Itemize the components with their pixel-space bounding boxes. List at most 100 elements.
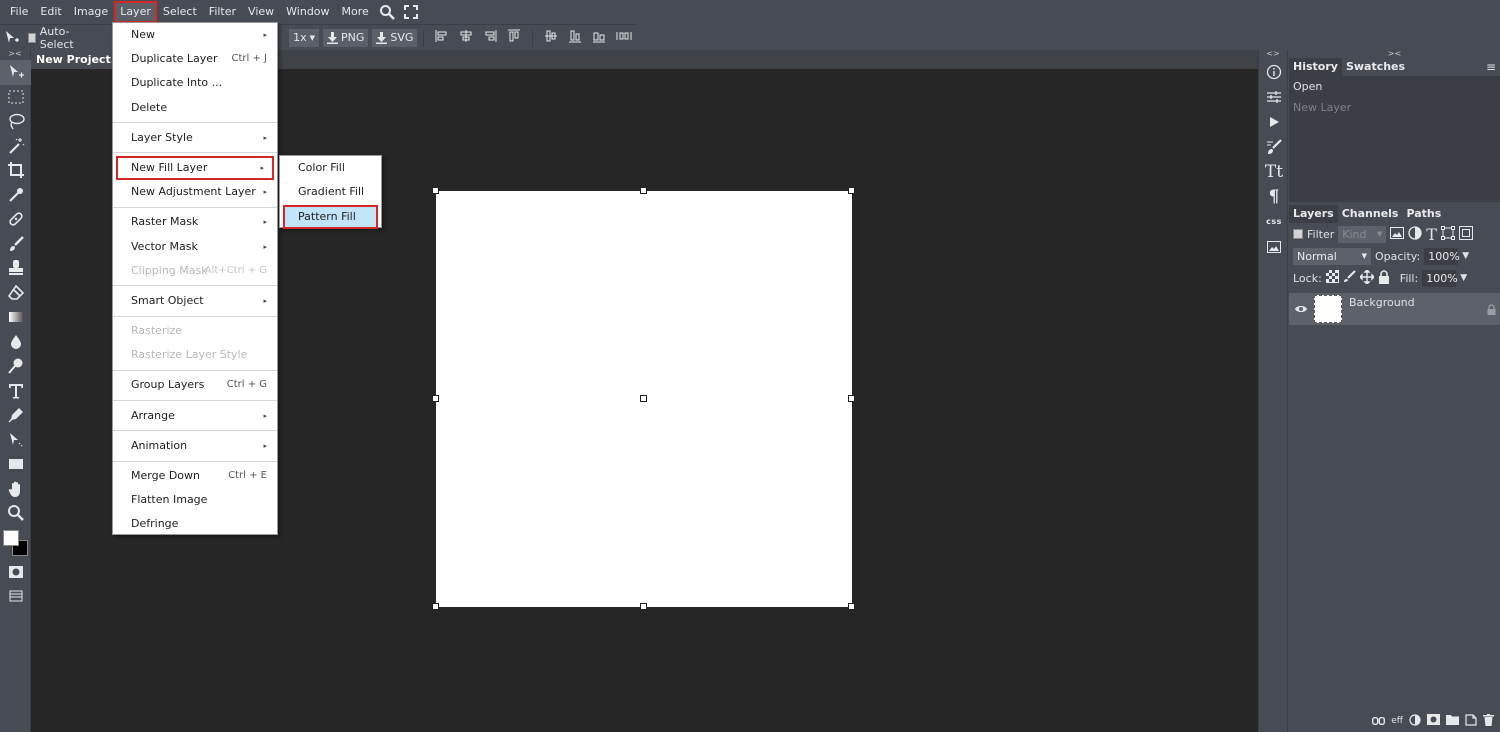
tab-paths[interactable]: Paths (1402, 205, 1445, 223)
align-right-icon[interactable] (483, 29, 497, 46)
magic-wand-tool[interactable] (0, 134, 31, 159)
menu-item-new-fill-layer[interactable]: New Fill Layer ▸ (116, 155, 274, 181)
hand-tool[interactable] (0, 477, 31, 502)
menu-more[interactable]: More (336, 1, 375, 23)
tab-history[interactable]: History (1289, 58, 1342, 76)
info-icon[interactable] (1259, 59, 1289, 84)
opacity-input[interactable]: 100% (1424, 247, 1460, 265)
dodge-tool[interactable] (0, 354, 31, 379)
menu-item-defringe[interactable]: Defringe (113, 512, 277, 536)
type-tool[interactable] (0, 379, 31, 404)
paragraph-icon[interactable]: ¶ (1259, 184, 1289, 209)
menu-item-vector-mask[interactable]: Vector Mask ▸ (113, 235, 277, 259)
history-item[interactable]: Open (1289, 76, 1500, 97)
link-layers-icon[interactable] (1372, 715, 1386, 728)
menu-item-new[interactable]: New ▸ (113, 23, 277, 47)
collapse-toggle-icon[interactable]: >< (1289, 50, 1500, 58)
transform-handle-mr[interactable] (848, 395, 855, 402)
menu-item-duplicate-layer[interactable]: Duplicate Layer Ctrl + J (113, 47, 277, 71)
panel-menu-icon[interactable]: ≡ (1486, 60, 1496, 74)
move-tool[interactable] (0, 60, 31, 85)
export-scale-select[interactable]: 1x ▼ (289, 28, 320, 47)
transform-handle-bl[interactable] (432, 603, 439, 610)
menu-item-new-adjustment-layer[interactable]: New Adjustment Layer ▸ (113, 180, 277, 204)
align-center-h-icon[interactable] (459, 29, 473, 46)
brush-tool[interactable] (0, 232, 31, 257)
submenu-item-color-fill[interactable]: Color Fill (280, 156, 381, 180)
blend-mode-select[interactable]: Normal ▼ (1293, 247, 1371, 265)
eyedropper-tool[interactable] (0, 183, 31, 208)
screen-mode-toggle[interactable] (0, 584, 31, 609)
tab-channels[interactable]: Channels (1338, 205, 1403, 223)
transform-handle-bc[interactable] (640, 603, 647, 610)
menu-item-group-layers[interactable]: Group Layers Ctrl + G (113, 373, 277, 397)
gradient-tool[interactable] (0, 305, 31, 330)
crop-tool[interactable] (0, 158, 31, 183)
menu-item-layer-style[interactable]: Layer Style ▸ (113, 126, 277, 150)
fill-dropdown-icon[interactable]: ▼ (1460, 273, 1467, 283)
collapse-toggle-icon[interactable]: >< (0, 50, 30, 60)
adjustments-icon[interactable] (1259, 84, 1289, 109)
image-panel-icon[interactable] (1259, 234, 1289, 259)
transform-handle-tl[interactable] (432, 187, 439, 194)
filter-adjustment-icon[interactable] (1408, 225, 1422, 243)
transform-handle-br[interactable] (848, 603, 855, 610)
menu-item-smart-object[interactable]: Smart Object ▸ (113, 289, 277, 313)
menu-item-raster-mask[interactable]: Raster Mask ▸ (113, 210, 277, 234)
search-icon[interactable] (375, 1, 399, 23)
eye-icon[interactable] (1295, 303, 1309, 316)
canvas[interactable] (432, 187, 855, 610)
filter-smart-object-icon[interactable] (1458, 225, 1473, 243)
lock-transparency-icon[interactable] (1325, 270, 1339, 286)
add-mask-icon[interactable] (1427, 714, 1440, 728)
brush-settings-icon[interactable] (1259, 134, 1289, 159)
align-middle-icon[interactable] (544, 29, 558, 46)
menu-item-arrange[interactable]: Arrange ▸ (113, 404, 277, 428)
menu-select[interactable]: Select (157, 1, 203, 23)
actions-play-icon[interactable] (1259, 109, 1289, 134)
menu-file[interactable]: File (4, 1, 34, 23)
align-top-icon[interactable] (507, 29, 521, 46)
transform-handle-tc[interactable] (640, 187, 647, 194)
lasso-tool[interactable] (0, 109, 31, 134)
submenu-item-gradient-fill[interactable]: Gradient Fill (280, 180, 381, 204)
export-png-button[interactable]: PNG (323, 28, 369, 47)
transform-handle-ml[interactable] (432, 395, 439, 402)
adjustment-layer-icon[interactable] (1409, 713, 1421, 729)
transform-handle-center[interactable] (640, 395, 647, 402)
filter-image-icon[interactable] (1390, 226, 1405, 242)
fill-input[interactable]: 100% (1422, 269, 1458, 287)
lock-pixels-icon[interactable] (1343, 270, 1356, 286)
marquee-tool[interactable] (0, 85, 31, 110)
collapse-toggle-icon[interactable]: <> (1259, 50, 1287, 59)
align-left-icon[interactable] (435, 29, 449, 46)
character-icon[interactable]: Tt (1259, 159, 1289, 184)
tab-layers[interactable]: Layers (1289, 205, 1338, 223)
transform-handle-tr[interactable] (848, 187, 855, 194)
fullscreen-icon[interactable] (399, 1, 423, 23)
blur-tool[interactable] (0, 330, 31, 355)
filter-type-icon[interactable]: T (1426, 225, 1437, 244)
menu-image[interactable]: Image (68, 1, 114, 23)
menu-item-duplicate-into[interactable]: Duplicate Into ... (113, 71, 277, 95)
new-layer-icon[interactable] (1465, 713, 1477, 729)
menu-filter[interactable]: Filter (203, 1, 242, 23)
kind-select[interactable]: Kind ▼ (1338, 225, 1387, 243)
menu-view[interactable]: View (242, 1, 280, 23)
css-icon[interactable]: css (1259, 209, 1289, 234)
filter-checkbox[interactable] (1293, 229, 1303, 239)
foreground-color-swatch[interactable] (3, 529, 19, 546)
auto-select-checkbox[interactable] (27, 32, 36, 43)
new-group-icon[interactable] (1446, 714, 1459, 728)
menu-layer[interactable]: Layer (114, 1, 157, 23)
zoom-tool[interactable] (0, 501, 31, 526)
menu-item-animation[interactable]: Animation ▸ (113, 434, 277, 458)
pen-tool[interactable] (0, 403, 31, 428)
color-swatches[interactable] (0, 526, 31, 560)
opacity-dropdown-icon[interactable]: ▼ (1462, 251, 1469, 261)
stamp-tool[interactable] (0, 256, 31, 281)
tab-swatches[interactable]: Swatches (1342, 58, 1409, 76)
menu-edit[interactable]: Edit (34, 1, 67, 23)
layer-effects-icon[interactable]: eff (1391, 716, 1403, 726)
export-svg-button[interactable]: SVG (372, 28, 418, 47)
